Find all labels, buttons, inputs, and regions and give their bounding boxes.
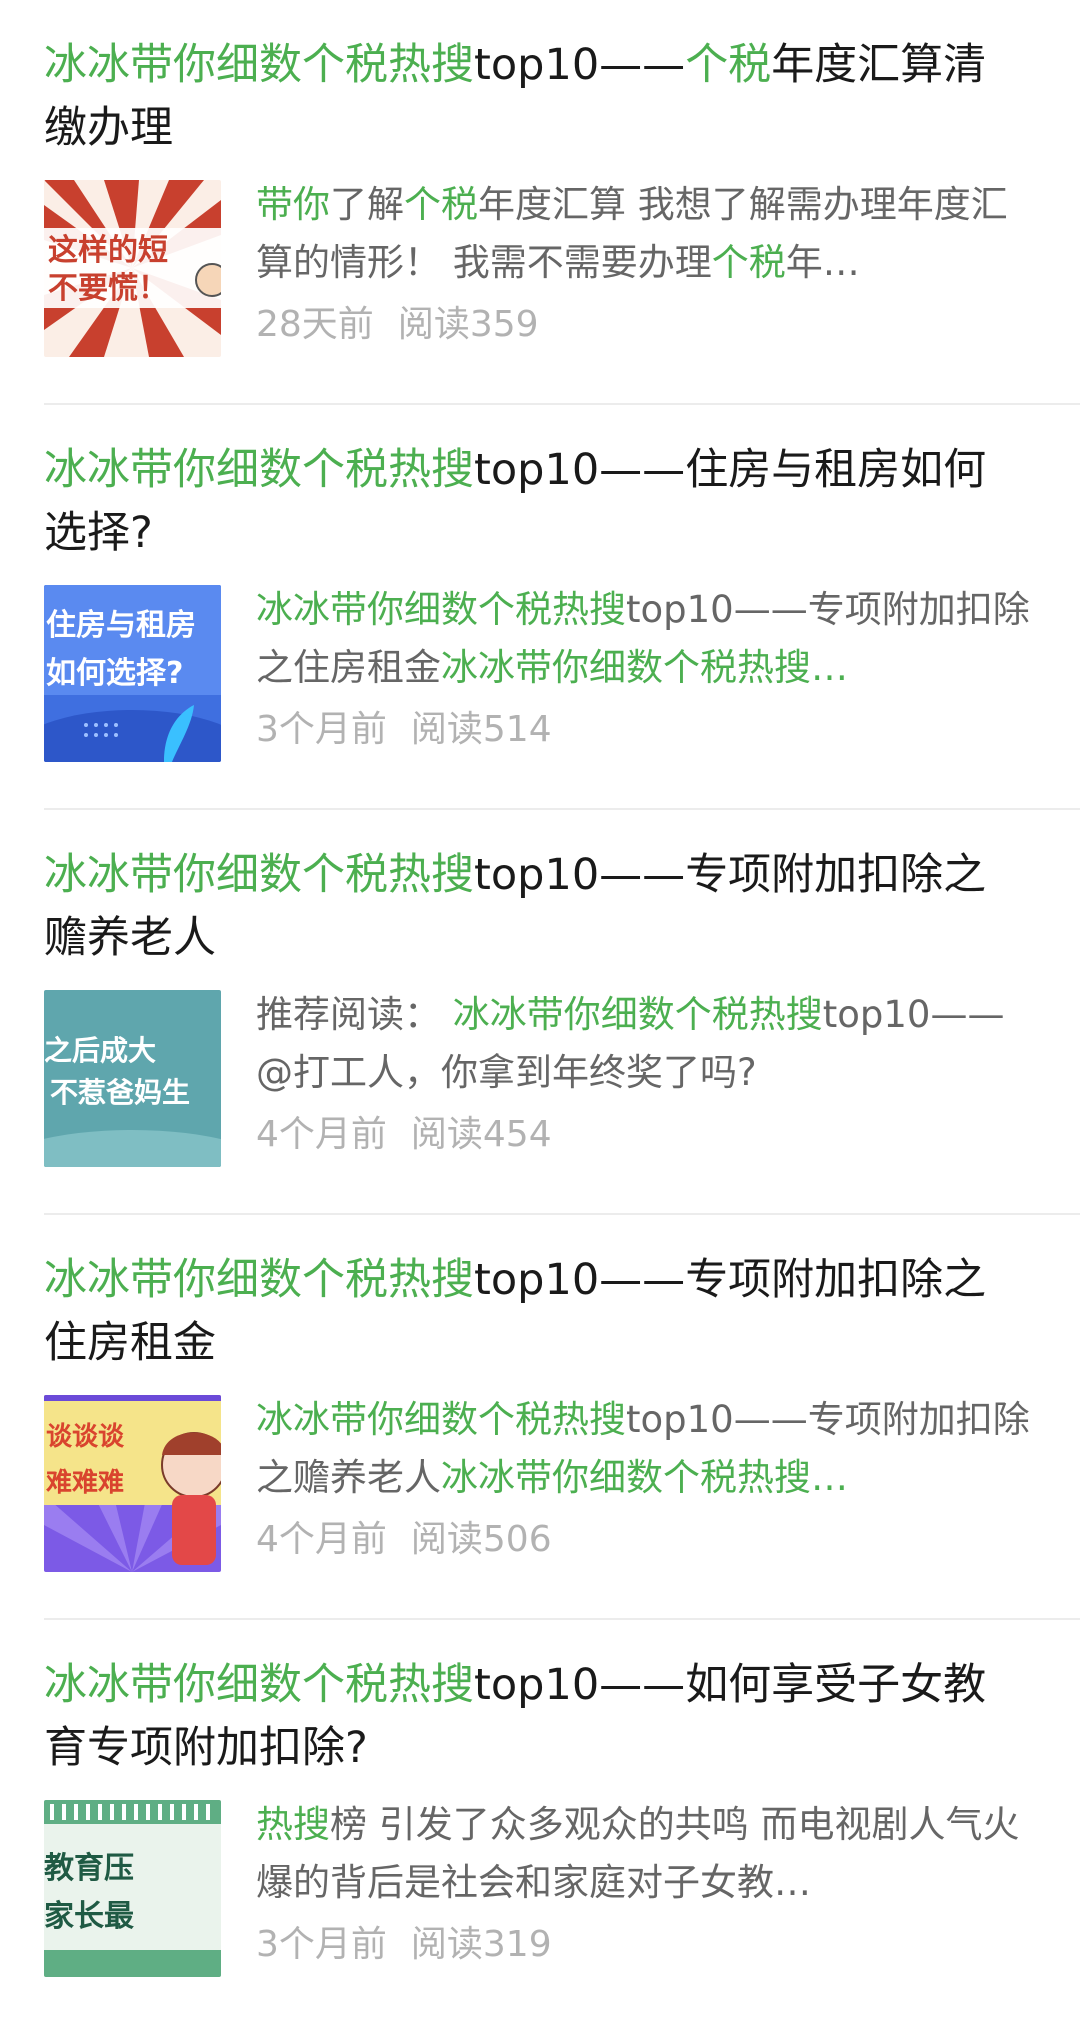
digest-highlight: 个税	[404, 183, 478, 226]
thumbnail-image: 之后成大 不惹爸妈生	[44, 990, 221, 1167]
digest-highlight: 热搜	[256, 1803, 330, 1846]
article-meta: 3个月前 阅读319	[256, 1920, 552, 1970]
svg-text:如何选择?: 如何选择?	[46, 656, 183, 691]
article-meta: 4个月前 阅读506	[256, 1515, 552, 1565]
digest-highlight: 冰冰带你细数个税热搜	[452, 993, 823, 1036]
article-digest: 带你了解个税年度汇算 我想了解需办理年度汇算的情形！ 我需不需要办理个税年…	[256, 176, 1036, 292]
publish-time: 4个月前	[256, 1519, 387, 1560]
article-meta: 28天前 阅读359	[256, 300, 539, 350]
digest-highlight: 冰冰带你细数个税热搜	[256, 1398, 626, 1441]
list-item[interactable]: 冰冰带你细数个税热搜top10——专项附加扣除之住房租金 谈谈谈 难难难 冰冰带…	[44, 1215, 1080, 1620]
digest-highlight: 带你	[256, 183, 330, 226]
title-highlight: 冰冰带你细数个税热搜	[44, 40, 474, 90]
title-highlight: 冰冰带你细数个税热搜	[44, 445, 474, 495]
article-thumbnail[interactable]: 教育压 家长最	[44, 1800, 221, 1977]
svg-text:教育压: 教育压	[44, 1851, 134, 1886]
digest-text: 年…	[785, 241, 860, 284]
thumbnail-image: 这样的短 不要慌！	[44, 180, 221, 357]
digest-highlight: 冰冰带你细数个税热搜…	[441, 1456, 848, 1499]
article-thumbnail[interactable]: 之后成大 不惹爸妈生	[44, 990, 221, 1167]
digest-highlight: 个税	[711, 241, 786, 284]
article-thumbnail[interactable]: 这样的短 不要慌！	[44, 180, 221, 357]
thumbnail-image: 教育压 家长最	[44, 1800, 221, 1977]
thumbnail-image: 住房与租房 如何选择?	[44, 585, 221, 762]
svg-text:这样的短: 这样的短	[48, 233, 168, 268]
list-item[interactable]: 冰冰带你细数个税热搜top10——住房与租房如何选择? 住房与租房 如何选择? …	[44, 405, 1080, 810]
digest-highlight: 冰冰带你细数个税热搜…	[441, 646, 848, 689]
article-digest: 推荐阅读： 冰冰带你细数个税热搜top10——@打工人，你拿到年终奖了吗?	[256, 986, 1036, 1102]
publish-time: 3个月前	[256, 1924, 387, 1965]
article-title[interactable]: 冰冰带你细数个税热搜top10——专项附加扣除之赡养老人	[44, 844, 1024, 970]
title-mid: top10——	[474, 850, 686, 900]
read-count: 阅读514	[410, 709, 552, 750]
title-mid: top10——	[474, 445, 686, 495]
digest-text: 推荐阅读：	[256, 993, 453, 1036]
svg-text:谈谈谈: 谈谈谈	[46, 1422, 125, 1452]
digest-text: 榜 引发了众多观众的共鸣 而电视剧人气火爆的背后是社会和家庭对子女教…	[256, 1803, 1020, 1904]
title-mid: top10——	[474, 1255, 686, 1305]
read-count: 阅读319	[410, 1924, 552, 1965]
title-highlight-2: 个税	[685, 40, 772, 90]
title-mid: top10——	[474, 40, 686, 90]
article-title[interactable]: 冰冰带你细数个税热搜top10——住房与租房如何选择?	[44, 439, 1024, 565]
article-thumbnail[interactable]: 住房与租房 如何选择?	[44, 585, 221, 762]
svg-text:不要慌！: 不要慌！	[48, 271, 168, 306]
svg-text:住房与租房: 住房与租房	[46, 608, 196, 643]
article-title[interactable]: 冰冰带你细数个税热搜top10——专项附加扣除之住房租金	[44, 1249, 1024, 1375]
svg-text:之后成大: 之后成大	[44, 1034, 156, 1067]
publish-time: 3个月前	[256, 709, 387, 750]
article-thumbnail[interactable]: 谈谈谈 难难难	[44, 1395, 221, 1572]
article-digest: 冰冰带你细数个税热搜top10——专项附加扣除之住房租金冰冰带你细数个税热搜…	[256, 581, 1036, 697]
svg-text:家长最: 家长最	[44, 1899, 134, 1934]
article-title[interactable]: 冰冰带你细数个税热搜top10——个税年度汇算清缴办理	[44, 34, 1024, 160]
svg-text:不惹爸妈生: 不惹爸妈生	[50, 1076, 190, 1109]
title-mid: top10——	[474, 1660, 686, 1710]
list-item[interactable]: 冰冰带你细数个税热搜top10——如何享受子女教育专项附加扣除? 教育压 家长最…	[44, 1620, 1080, 2025]
digest-highlight: 冰冰带你细数个税热搜	[256, 588, 626, 631]
digest-text: 了解	[330, 183, 404, 226]
title-highlight: 冰冰带你细数个税热搜	[44, 1255, 474, 1305]
title-highlight: 冰冰带你细数个税热搜	[44, 850, 474, 900]
article-digest: 冰冰带你细数个税热搜top10——专项附加扣除之赡养老人冰冰带你细数个税热搜…	[256, 1391, 1036, 1507]
read-count: 阅读454	[410, 1114, 552, 1155]
list-item[interactable]: 冰冰带你细数个税热搜top10——个税年度汇算清缴办理 这样的短 不要慌！ 带你…	[44, 0, 1080, 405]
publish-time: 28天前	[256, 304, 374, 345]
list-item[interactable]: 冰冰带你细数个税热搜top10——专项附加扣除之赡养老人 之后成大 不惹爸妈生 …	[44, 810, 1080, 1215]
article-meta: 4个月前 阅读454	[256, 1110, 552, 1160]
article-title[interactable]: 冰冰带你细数个税热搜top10——如何享受子女教育专项附加扣除?	[44, 1654, 1024, 1780]
thumbnail-image: 谈谈谈 难难难	[44, 1395, 221, 1572]
article-list: 冰冰带你细数个税热搜top10——个税年度汇算清缴办理 这样的短 不要慌！ 带你…	[0, 0, 1080, 2007]
article-digest: 热搜榜 引发了众多观众的共鸣 而电视剧人气火爆的背后是社会和家庭对子女教…	[256, 1796, 1036, 1912]
read-count: 阅读359	[397, 304, 539, 345]
svg-text:难难难: 难难难	[46, 1468, 124, 1498]
publish-time: 4个月前	[256, 1114, 387, 1155]
read-count: 阅读506	[410, 1519, 552, 1560]
title-highlight: 冰冰带你细数个税热搜	[44, 1660, 474, 1710]
article-meta: 3个月前 阅读514	[256, 705, 552, 755]
